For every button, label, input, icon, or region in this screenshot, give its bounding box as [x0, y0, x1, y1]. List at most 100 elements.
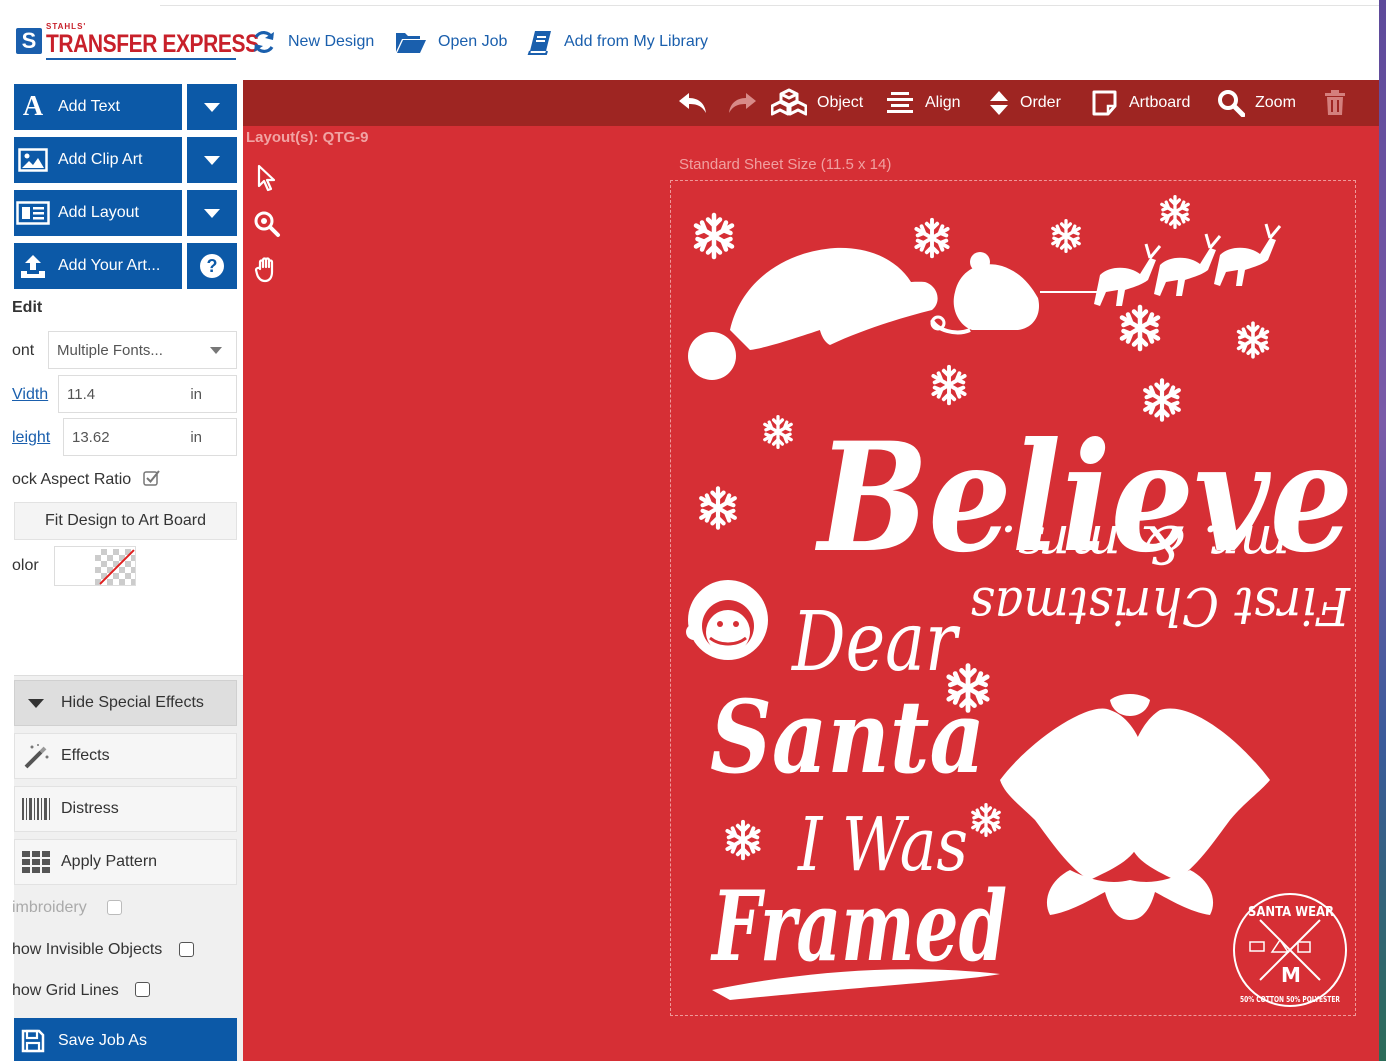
select-tool[interactable] — [253, 164, 281, 192]
zoom-in-icon — [254, 211, 280, 237]
redo-icon — [729, 93, 756, 113]
logo-underline — [46, 58, 236, 60]
snowflake-icon — [971, 802, 1001, 838]
add-layout-button[interactable]: Add Layout — [14, 190, 182, 236]
width-input[interactable]: 11.4 in — [58, 375, 237, 413]
sort-arrows-icon — [988, 90, 1010, 116]
chevron-down-icon — [204, 102, 220, 112]
trash-icon — [1325, 90, 1345, 115]
object-label: Object — [817, 94, 864, 111]
embroidery-label: imbroidery — [12, 899, 87, 916]
santa-text: Santa — [710, 678, 985, 796]
zoom-tool[interactable] — [253, 210, 281, 238]
book-icon — [526, 28, 554, 56]
width-label-link[interactable]: Vidth — [12, 386, 48, 404]
undo-button[interactable] — [677, 80, 709, 126]
edit-heading: Edit — [12, 299, 43, 316]
add-text-dropdown[interactable] — [187, 84, 237, 130]
add-your-art-button[interactable]: Add Your Art... — [14, 243, 182, 289]
show-invisible-label: how Invisible Objects — [12, 941, 163, 958]
top-divider — [160, 0, 1386, 6]
delete-button[interactable] — [1324, 80, 1346, 126]
hide-effects-label: Hide Special Effects — [61, 694, 204, 711]
mirrored-first-christmas-text: First Christmas — [970, 575, 1351, 635]
add-clip-art-label: Add Clip Art — [58, 151, 143, 168]
sheet-size-label: Standard Sheet Size (11.5 x 14) — [679, 156, 892, 173]
save-job-as-button[interactable]: Save Job As — [14, 1018, 237, 1061]
font-select-value: Multiple Fonts... — [57, 341, 163, 359]
height-value: 13.62 — [72, 428, 110, 446]
artboard-label: Artboard — [1129, 94, 1191, 111]
text-a-icon: A — [22, 91, 44, 122]
transfer-express-logo[interactable]: S STAHLS' TRANSFER EXPRESS — [16, 22, 259, 62]
logo-s-mark: S — [16, 28, 42, 54]
save-floppy-icon — [14, 1029, 52, 1053]
add-clip-art-button[interactable]: Add Clip Art — [14, 137, 182, 183]
mirrored-mr-mrs-text: mr. & mrs. — [1000, 513, 1290, 573]
open-job-button[interactable]: Open Job — [394, 26, 507, 58]
color-picker[interactable] — [54, 546, 136, 586]
design-canvas[interactable]: Object Align Order Artboard Zoom Layout(… — [243, 80, 1379, 1061]
redo-button[interactable] — [726, 80, 758, 126]
add-clip-art-dropdown[interactable] — [187, 137, 237, 183]
new-design-label: New Design — [288, 33, 375, 50]
embroidery-checkbox[interactable] — [107, 900, 122, 915]
zoom-menu[interactable]: Zoom — [1217, 80, 1296, 126]
add-from-library-button[interactable]: Add from My Library — [526, 26, 708, 58]
height-unit: in — [190, 428, 202, 446]
lock-aspect-checkbox[interactable] — [143, 469, 161, 487]
upload-icon — [14, 253, 52, 279]
align-menu[interactable]: Align — [885, 80, 961, 126]
height-input[interactable]: 13.62 in — [63, 418, 237, 456]
checkbox-checked-icon — [143, 470, 160, 486]
lock-aspect-label: ock Aspect Ratio — [12, 471, 132, 488]
pan-tool[interactable] — [253, 256, 281, 284]
snowflake-icon — [696, 215, 732, 257]
top-bar: S STAHLS' TRANSFER EXPRESS New Design Op… — [0, 0, 1386, 80]
height-label-link[interactable]: leight — [12, 429, 50, 447]
effects-button[interactable]: Effects — [14, 733, 237, 779]
magic-wand-icon — [17, 743, 55, 769]
chevron-down-icon — [204, 208, 220, 218]
refresh-icon — [250, 28, 278, 56]
badge-top-text: SANTA WEAR — [1248, 905, 1334, 920]
grid-pattern-icon — [17, 850, 55, 874]
fit-design-button[interactable]: Fit Design to Art Board — [14, 502, 237, 540]
santa-face-icon — [686, 580, 768, 660]
canvas-toolbar: Object Align Order Artboard Zoom — [243, 80, 1379, 126]
hide-special-effects-button[interactable]: Hide Special Effects — [14, 680, 237, 726]
santa-hat-icon — [688, 247, 938, 380]
snowflake-icon — [763, 414, 793, 450]
design-artwork[interactable]: Believe First Christmas mr. & mrs. Dear … — [670, 180, 1356, 1016]
object-menu[interactable]: Object — [771, 80, 863, 126]
apply-pattern-label: Apply Pattern — [61, 853, 158, 870]
artboard-menu[interactable]: Artboard — [1091, 80, 1190, 126]
folder-open-icon — [394, 28, 428, 56]
help-button[interactable]: ? — [187, 243, 237, 289]
snowflake-icon — [701, 488, 735, 527]
order-menu[interactable]: Order — [988, 80, 1061, 126]
sleigh-reindeer-icon — [930, 223, 1282, 335]
snowflake-icon — [1160, 194, 1190, 230]
zoom-label: Zoom — [1255, 94, 1296, 111]
add-layout-dropdown[interactable] — [187, 190, 237, 236]
distress-label: Distress — [61, 800, 119, 817]
show-invisible-checkbox[interactable] — [179, 942, 194, 957]
app-window: { "logo": { "brand_small": "STAHLS'", "b… — [0, 0, 1386, 1061]
distress-button[interactable]: Distress — [14, 786, 237, 832]
add-your-art-label: Add Your Art... — [58, 257, 161, 274]
add-library-label: Add from My Library — [564, 33, 709, 50]
snowflake-icon — [1122, 307, 1158, 349]
apply-pattern-button[interactable]: Apply Pattern — [14, 839, 237, 885]
new-design-button[interactable]: New Design — [250, 26, 374, 58]
snowflake-icon — [1236, 321, 1270, 359]
question-icon: ? — [200, 254, 224, 278]
show-grid-checkbox[interactable] — [135, 982, 150, 997]
add-text-label: Add Text — [58, 98, 120, 115]
font-select[interactable]: Multiple Fonts... — [48, 331, 237, 369]
newspaper-icon — [14, 201, 52, 225]
snowflake-icon — [914, 217, 950, 259]
add-text-button[interactable]: A Add Text — [14, 84, 182, 130]
snowflake-icon — [1051, 218, 1081, 254]
width-value: 11.4 — [67, 385, 96, 403]
